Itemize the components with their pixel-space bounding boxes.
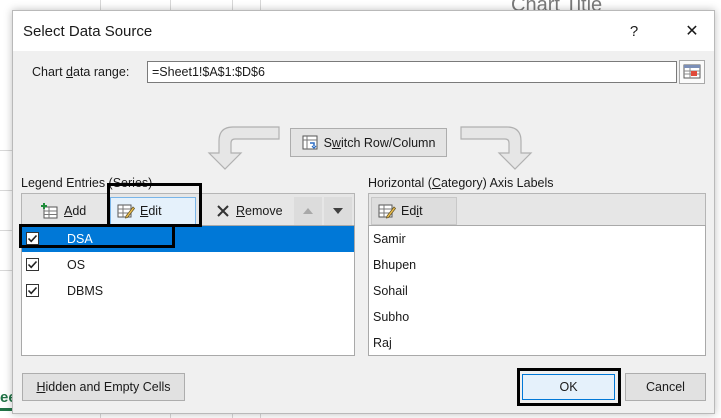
switch-row-column-icon: [302, 135, 318, 149]
checkbox[interactable]: [26, 232, 39, 245]
axis-label-item: Subho: [369, 304, 705, 330]
legend-entries-heading: Legend Entries (Series): [21, 176, 153, 190]
axis-label-text: Raj: [373, 336, 392, 350]
legend-toolbar: Add Edit Remove: [21, 193, 355, 227]
axis-label-item: Sohail: [369, 278, 705, 304]
left-curved-arrow-icon: [207, 126, 280, 170]
label-text: itch Row/Column: [340, 135, 436, 150]
checkmark-icon: [27, 260, 38, 269]
hidden-empty-cells-label: Hidden and Empty Cells: [36, 380, 170, 394]
axis-label-text: Bhupen: [373, 258, 417, 272]
dialog-titlebar: Select Data Source ? ✕: [13, 11, 714, 51]
move-up-button[interactable]: [294, 197, 322, 225]
remove-x-icon: [217, 205, 229, 217]
checkmark-icon: [27, 286, 38, 295]
remove-series-button[interactable]: Remove: [208, 197, 290, 225]
edit-label: Edit: [140, 204, 162, 218]
label-accelerator: w: [331, 135, 341, 150]
axis-label-text: Subho: [373, 310, 410, 324]
cancel-button[interactable]: Cancel: [625, 373, 706, 401]
label-text: emove: [245, 204, 283, 218]
legend-entry-dbms[interactable]: DBMS: [22, 278, 354, 304]
label-text: idden and Empty Cells: [45, 380, 171, 394]
checkbox[interactable]: [26, 284, 39, 297]
edit-table-icon: [378, 204, 396, 219]
chart-data-range-label: Chart data range:: [32, 65, 129, 79]
ok-button[interactable]: OK: [522, 374, 615, 400]
axis-label-item: Samir: [369, 226, 705, 252]
label-text: t: [419, 204, 423, 218]
label-text: ata range:: [73, 65, 130, 79]
add-label: Add: [64, 204, 86, 218]
label-text: dit: [148, 204, 162, 218]
add-table-icon: [41, 203, 58, 219]
label-accelerator: d: [66, 65, 73, 79]
legend-entry-label: DBMS: [67, 284, 104, 298]
add-series-button[interactable]: Add: [34, 197, 94, 225]
range-selector-icon: [683, 64, 701, 79]
help-button[interactable]: ?: [619, 19, 649, 45]
axis-label-item: Raj: [369, 330, 705, 355]
edit-axis-label: Edit: [401, 204, 423, 218]
axis-label-item: Bhupen: [369, 252, 705, 278]
legend-entry-label: OS: [67, 258, 86, 272]
edit-table-icon: [117, 204, 135, 219]
gridline: [0, 150, 12, 151]
label-accelerator: R: [236, 204, 246, 218]
collapse-range-button[interactable]: [679, 60, 705, 84]
legend-entry-dsa[interactable]: DSA: [22, 226, 354, 252]
chart-data-range-input[interactable]: [147, 61, 677, 83]
edit-axis-labels-button[interactable]: Edit: [371, 197, 457, 225]
label-text: Horizontal (: [368, 176, 432, 190]
checkbox[interactable]: [26, 258, 39, 271]
triangle-down-icon: [333, 208, 343, 214]
axis-labels-heading: Horizontal (Category) Axis Labels: [368, 176, 554, 190]
legend-entry-label: DSA: [67, 232, 93, 246]
triangle-up-icon: [303, 208, 313, 214]
move-down-button[interactable]: [324, 197, 352, 225]
label-text: Ed: [401, 204, 417, 218]
close-button[interactable]: ✕: [677, 19, 707, 45]
right-curved-arrow-icon: [460, 126, 533, 170]
switch-row-column-label: Switch Row/Column: [324, 136, 436, 150]
hidden-empty-cells-button[interactable]: Hidden and Empty Cells: [22, 373, 185, 401]
checkmark-icon: [27, 234, 38, 243]
dialog-title: Select Data Source: [23, 23, 153, 40]
edit-series-button[interactable]: Edit: [110, 197, 196, 225]
label-text: dd: [72, 204, 87, 218]
label-accelerator: C: [431, 176, 441, 190]
select-data-source-dialog: Select Data Source ? ✕ Chart data range:…: [12, 10, 715, 414]
gridline: [0, 230, 12, 231]
axis-label-text: Samir: [373, 232, 406, 246]
label-text: ategory) Axis Labels: [440, 176, 554, 190]
axis-labels-list: Samir Bhupen Sohail Subho Raj: [368, 225, 706, 356]
legend-entries-list: DSA OS DBMS: [21, 225, 355, 356]
label-text: Chart: [32, 65, 67, 79]
axis-label-text: Sohail: [373, 284, 408, 298]
axis-toolbar: Edit: [368, 193, 706, 227]
switch-row-column-button[interactable]: Switch Row/Column: [290, 128, 447, 157]
remove-label: Remove: [236, 204, 283, 218]
legend-entry-os[interactable]: OS: [22, 252, 354, 278]
gridline: [0, 190, 12, 191]
gridline: [0, 270, 12, 271]
label-text: S: [323, 135, 332, 150]
